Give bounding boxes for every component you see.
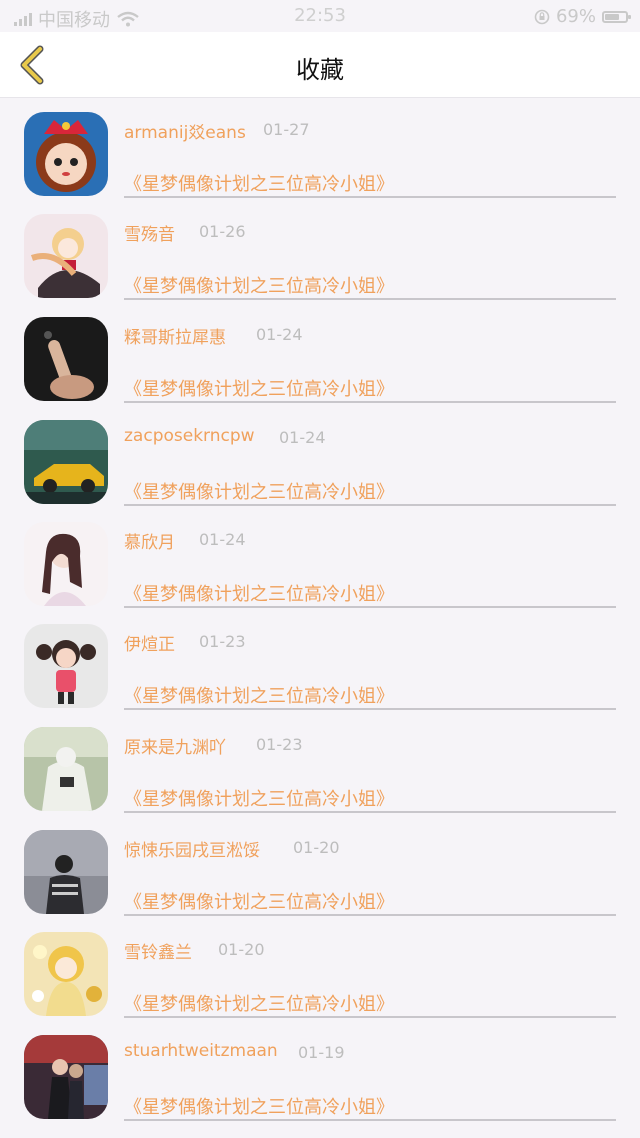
user-name[interactable]: armanij㸚eans bbox=[124, 118, 246, 143]
divider bbox=[124, 914, 616, 916]
avatar[interactable] bbox=[24, 214, 108, 298]
divider bbox=[124, 196, 616, 198]
favorite-item[interactable]: 原来是九渊吖 01-23 《星梦偶像计划之三位高冷小姐》 bbox=[0, 713, 640, 815]
favorite-item[interactable]: 雪殇音 01-26 《星梦偶像计划之三位高冷小姐》 bbox=[0, 200, 640, 302]
work-title-link[interactable]: 《星梦偶像计划之三位高冷小姐》 bbox=[124, 170, 394, 196]
favorite-item[interactable]: armanij㸚eans 01-27 《星梦偶像计划之三位高冷小姐》 bbox=[0, 98, 640, 200]
item-date: 01-24 bbox=[199, 530, 246, 549]
favorites-list: armanij㸚eans 01-27 《星梦偶像计划之三位高冷小姐》 雪殇音 01-26… bbox=[0, 98, 640, 1138]
battery-percent: 69% bbox=[555, 6, 596, 27]
work-title-link[interactable]: 《星梦偶像计划之三位高冷小姐》 bbox=[124, 580, 394, 606]
avatar-image bbox=[24, 624, 108, 708]
avatar[interactable] bbox=[24, 112, 108, 196]
user-name[interactable]: 糅哥斯拉犀惠 bbox=[124, 323, 226, 348]
avatar-image bbox=[24, 1035, 108, 1119]
avatar-image bbox=[24, 112, 108, 196]
item-date: 01-20 bbox=[293, 838, 340, 857]
favorite-item[interactable]: 慕欣月 01-24 《星梦偶像计划之三位高冷小姐》 bbox=[0, 508, 640, 610]
item-date: 01-26 bbox=[199, 222, 246, 241]
orientation-lock-icon bbox=[534, 9, 550, 24]
item-date: 01-24 bbox=[279, 428, 326, 447]
divider bbox=[124, 504, 616, 506]
user-name[interactable]: 伊煊正 bbox=[124, 630, 175, 655]
work-title-link[interactable]: 《星梦偶像计划之三位高冷小姐》 bbox=[124, 990, 394, 1016]
favorite-item[interactable]: 惊悚乐园戌亘淞馁 01-20 《星梦偶像计划之三位高冷小姐》 bbox=[0, 816, 640, 918]
divider bbox=[124, 1016, 616, 1018]
work-title-link[interactable]: 《星梦偶像计划之三位高冷小姐》 bbox=[124, 375, 394, 401]
status-right: 69% bbox=[534, 6, 631, 27]
divider bbox=[124, 606, 616, 608]
work-title-link[interactable]: 《星梦偶像计划之三位高冷小姐》 bbox=[124, 888, 394, 914]
avatar[interactable] bbox=[24, 624, 108, 708]
page-title: 收藏 bbox=[296, 56, 344, 84]
favorite-item[interactable]: 雪铃鑫兰 01-20 《星梦偶像计划之三位高冷小姐》 bbox=[0, 918, 640, 1020]
battery-icon bbox=[602, 10, 631, 23]
avatar[interactable] bbox=[24, 932, 108, 1016]
avatar-image bbox=[24, 830, 108, 914]
avatar[interactable] bbox=[24, 522, 108, 606]
user-name[interactable]: 原来是九渊吖 bbox=[124, 733, 226, 758]
avatar-image bbox=[24, 522, 108, 606]
user-name[interactable]: zacposekrncpw bbox=[124, 426, 255, 446]
user-name[interactable]: 雪殇音 bbox=[124, 220, 175, 245]
favorite-item[interactable]: 伊煊正 01-23 《星梦偶像计划之三位高冷小姐》 bbox=[0, 610, 640, 712]
item-date: 01-24 bbox=[256, 325, 303, 344]
work-title-link[interactable]: 《星梦偶像计划之三位高冷小姐》 bbox=[124, 272, 394, 298]
avatar[interactable] bbox=[24, 830, 108, 914]
user-name[interactable]: 雪铃鑫兰 bbox=[124, 938, 192, 963]
avatar-image bbox=[24, 214, 108, 298]
divider bbox=[124, 298, 616, 300]
divider bbox=[124, 811, 616, 813]
avatar-image bbox=[24, 727, 108, 811]
item-date: 01-23 bbox=[199, 632, 246, 651]
avatar-image bbox=[24, 317, 108, 401]
work-title-link[interactable]: 《星梦偶像计划之三位高冷小姐》 bbox=[124, 478, 394, 504]
avatar[interactable] bbox=[24, 317, 108, 401]
favorite-item[interactable]: 糅哥斯拉犀惠 01-24 《星梦偶像计划之三位高冷小姐》 bbox=[0, 303, 640, 405]
divider bbox=[124, 401, 616, 403]
favorite-item[interactable]: zacposekrncpw 01-24 《星梦偶像计划之三位高冷小姐》 bbox=[0, 406, 640, 508]
divider bbox=[124, 1119, 616, 1121]
avatar-image bbox=[24, 420, 108, 504]
avatar[interactable] bbox=[24, 727, 108, 811]
avatar[interactable] bbox=[24, 420, 108, 504]
item-date: 01-27 bbox=[263, 120, 310, 139]
avatar[interactable] bbox=[24, 1035, 108, 1119]
nav-bar: 收藏 bbox=[0, 32, 640, 98]
item-date: 01-20 bbox=[218, 940, 265, 959]
user-name[interactable]: 惊悚乐园戌亘淞馁 bbox=[124, 836, 260, 861]
status-bar: 中国移动 22:53 69% bbox=[0, 0, 640, 32]
favorite-item[interactable]: stuarhtweitzmaan 01-19 《星梦偶像计划之三位高冷小姐》 bbox=[0, 1021, 640, 1123]
work-title-link[interactable]: 《星梦偶像计划之三位高冷小姐》 bbox=[124, 682, 394, 708]
item-date: 01-19 bbox=[298, 1043, 345, 1062]
user-name[interactable]: 慕欣月 bbox=[124, 528, 175, 553]
avatar-image bbox=[24, 932, 108, 1016]
work-title-link[interactable]: 《星梦偶像计划之三位高冷小姐》 bbox=[124, 785, 394, 811]
work-title-link[interactable]: 《星梦偶像计划之三位高冷小姐》 bbox=[124, 1093, 394, 1119]
user-name[interactable]: stuarhtweitzmaan bbox=[124, 1041, 278, 1061]
divider bbox=[124, 708, 616, 710]
item-date: 01-23 bbox=[256, 735, 303, 754]
